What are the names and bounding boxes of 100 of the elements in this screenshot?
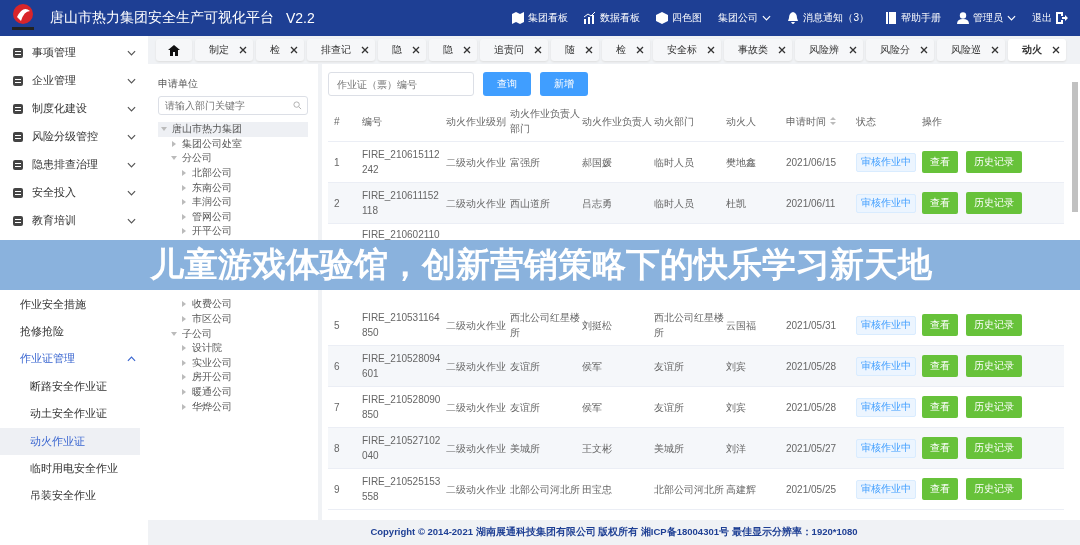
close-icon[interactable] (412, 46, 420, 54)
close-icon[interactable] (290, 46, 298, 54)
close-icon[interactable] (534, 46, 542, 54)
page-tab[interactable]: 事故类 (724, 39, 792, 61)
page-tab[interactable]: 风险辨 (795, 39, 863, 61)
nav-link[interactable]: 消息通知（3） (787, 11, 869, 25)
tree-item[interactable]: 华烨公司 (158, 399, 308, 414)
page-tab[interactable]: 检 (256, 39, 304, 61)
sidebar-item[interactable]: 安全投入 (0, 179, 148, 207)
table-cell-text: 9 (334, 482, 341, 497)
tree-item[interactable]: 实业公司 (158, 355, 308, 371)
sidebar-item[interactable]: 动火作业证 (0, 427, 140, 456)
tree-item[interactable]: 东南公司 (158, 180, 308, 195)
table-cell-text: 友谊所 (510, 359, 541, 374)
page-tab[interactable]: 风险分 (866, 39, 934, 61)
tree-item[interactable]: 管网公司 (158, 209, 308, 225)
menu-icon (12, 131, 24, 143)
column-header: 动火作业负责人 (582, 114, 653, 129)
version-label: V2.2 (286, 10, 315, 26)
close-icon[interactable] (920, 46, 928, 54)
close-icon[interactable] (849, 46, 857, 54)
home-tab[interactable] (156, 39, 192, 61)
nav-link[interactable]: 集团看板 (512, 11, 569, 25)
table-cell-text: FIRE_210525153558 (362, 475, 442, 504)
table-cell-text: 2021/05/31 (786, 318, 838, 333)
nav-link[interactable]: 数据看板 (584, 11, 641, 25)
column-header: 申请时间 (786, 113, 856, 129)
close-icon[interactable] (636, 46, 644, 54)
tree-item[interactable]: 房开公司 (158, 370, 308, 385)
sidebar-item[interactable]: 教育培训 (0, 207, 148, 235)
tree-item[interactable]: 开平公司 (158, 224, 308, 239)
page-tab[interactable]: 随 (551, 39, 599, 61)
close-icon[interactable] (991, 46, 999, 54)
table-cell-text: 2021/05/28 (786, 359, 838, 374)
nav-link[interactable]: 四色图 (656, 11, 703, 25)
sidebar-item[interactable]: 企业管理 (0, 67, 148, 95)
page-tab[interactable]: 风险巡 (937, 39, 1005, 61)
table-cell-text: 2021/05/27 (786, 441, 838, 456)
tree-item[interactable]: 子公司 (158, 326, 308, 341)
sidebar-item[interactable]: 作业证管理 (0, 345, 148, 374)
page-tab[interactable]: 隐 (429, 39, 477, 61)
column-header: 动火人 (726, 114, 757, 129)
column-header: 操作 (922, 114, 943, 129)
tree-item[interactable]: 暖通公司 (158, 384, 308, 400)
tree-item[interactable]: 市区公司 (158, 311, 308, 327)
nav-link[interactable]: 集团公司 (718, 11, 772, 25)
table-cell-text: 二级动火作业 (446, 318, 507, 333)
tree-item[interactable]: 集团公司处室 (158, 136, 308, 152)
table-cell-text: 侯军 (582, 400, 603, 415)
table-cell-text: FIRE_210615112242 (362, 148, 441, 177)
map-icon (512, 12, 525, 24)
nav-link[interactable]: 管理员 (957, 11, 1016, 25)
close-icon[interactable] (585, 46, 593, 54)
sidebar-item[interactable]: 断路安全作业证 (0, 373, 148, 401)
tree-item[interactable]: 设计院 (158, 340, 308, 356)
close-icon[interactable] (707, 46, 715, 54)
table-cell-text: 刘宾 (726, 400, 747, 415)
search-field[interactable]: 作业证（票）编号 (328, 72, 474, 96)
table-cell-text: 2021/05/28 (786, 400, 838, 415)
tree-item[interactable]: 丰润公司 (158, 194, 308, 210)
sidebar-item[interactable]: 吊装安全作业 (0, 482, 148, 511)
search-field[interactable]: 请输入部门关键字 (158, 96, 308, 115)
table-cell-text: 友谊所 (654, 400, 685, 415)
page-tab[interactable]: 检 (602, 39, 650, 61)
sidebar-item[interactable]: 制度化建设 (0, 95, 148, 123)
tree-item[interactable]: 分公司 (158, 151, 308, 166)
nav-link[interactable]: 退出 (1032, 11, 1068, 25)
table-cell-text: 美城所 (510, 441, 541, 456)
sidebar-item[interactable]: 作业安全措施 (0, 291, 148, 319)
table-cell-text: 二级动火作业 (446, 400, 507, 415)
sidebar-item[interactable]: 事项管理 (0, 39, 148, 67)
sidebar-item[interactable]: 临时用电安全作业 (0, 455, 148, 483)
nav-link[interactable]: 帮助手册 (885, 11, 941, 25)
close-icon[interactable] (778, 46, 786, 54)
page-tab[interactable]: 排查记 (307, 39, 375, 61)
caret-icon (182, 374, 186, 381)
page-tab[interactable]: 动火 (1008, 39, 1066, 61)
sidebar-item[interactable]: 风险分级管控 (0, 123, 148, 151)
table-cell-text: 侯军 (582, 359, 603, 374)
page-tab[interactable]: 安全标 (653, 39, 721, 61)
close-icon[interactable] (239, 46, 247, 54)
close-icon[interactable] (361, 46, 369, 54)
sidebar-item[interactable]: 动土安全作业证 (0, 400, 148, 428)
sidebar-item[interactable]: 隐患排查治理 (0, 151, 148, 179)
tree-item[interactable]: 收费公司 (158, 297, 308, 312)
page-tab[interactable]: 制定 (195, 39, 253, 61)
sidebar-item[interactable]: 抢修抢险 (0, 318, 148, 346)
table-cell-text: FIRE_210527102040 (362, 434, 442, 463)
tree-item[interactable]: 北部公司 (158, 165, 308, 181)
table-cell-text: FIRE_210602110 (362, 228, 441, 242)
table-cell-text: 吕志勇 (582, 196, 613, 211)
close-icon[interactable] (463, 46, 471, 54)
page-tab[interactable]: 追责问 (480, 39, 548, 61)
caret-icon (182, 403, 186, 410)
footer-text: Copyright © 2014-2021 湖南展通科技集团有限公司 版权所有 湘ICP备18004301号 最佳显示分辨率：1920*1080 (369, 525, 859, 539)
column-header: # (334, 114, 341, 129)
close-icon[interactable] (1052, 46, 1060, 54)
page-tab[interactable]: 隐 (378, 39, 426, 61)
table-cell-text: FIRE_210528094601 (362, 352, 442, 381)
status-tag: 审核作业中 (856, 479, 916, 499)
